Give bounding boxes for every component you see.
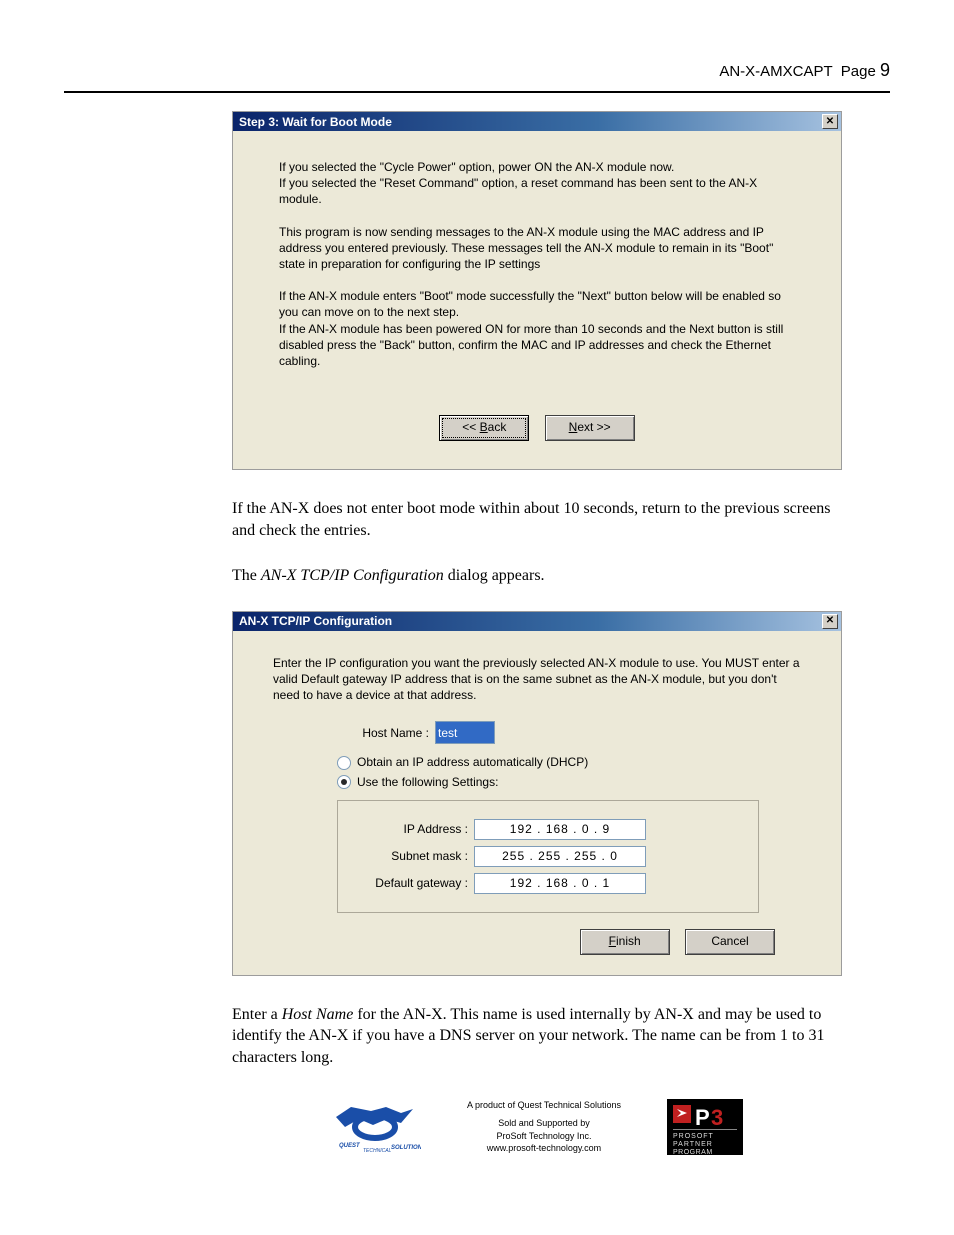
step3-para3: If the AN-X module enters "Boot" mode su… xyxy=(279,288,795,369)
svg-text:SOLUTIONS: SOLUTIONS xyxy=(391,1145,421,1151)
step3-para1: If you selected the "Cycle Power" option… xyxy=(279,159,795,208)
step3-title: Step 3: Wait for Boot Mode xyxy=(239,115,392,129)
svg-text:PARTNER: PARTNER xyxy=(673,1141,713,1148)
step3-para2: This program is now sending messages to … xyxy=(279,224,795,273)
narrative-3-a: Enter a xyxy=(232,1006,282,1023)
finish-button[interactable]: Finish xyxy=(580,929,670,955)
subnet-mask-input[interactable]: 255 . 255 . 255 . 0 xyxy=(474,846,646,867)
svg-text:QUEST: QUEST xyxy=(339,1143,361,1149)
svg-text:PROGRAM: PROGRAM xyxy=(673,1149,713,1155)
radio-dhcp-label: Obtain an IP address automatically (DHCP… xyxy=(357,754,588,770)
svg-text:P: P xyxy=(695,1105,710,1130)
radio-static-label: Use the following Settings: xyxy=(357,774,498,790)
radio-dhcp[interactable] xyxy=(337,756,351,770)
back-button[interactable]: << Back xyxy=(439,415,529,441)
step3-titlebar: Step 3: Wait for Boot Mode ✕ xyxy=(233,112,841,131)
close-icon[interactable]: ✕ xyxy=(822,114,838,129)
tcpip-title: AN-X TCP/IP Configuration xyxy=(239,614,392,628)
default-gateway-label: Default gateway : xyxy=(356,875,474,891)
narrative-2: The AN-X TCP/IP Configuration dialog app… xyxy=(232,565,842,587)
footer-line4: www.prosoft-technology.com xyxy=(467,1142,621,1155)
narrative-1: If the AN-X does not enter boot mode wit… xyxy=(232,498,842,541)
ip-settings-group: IP Address : 192 . 168 . 0 . 9 Subnet ma… xyxy=(337,800,759,913)
qts-logo: QUEST TECHNICAL SOLUTIONS xyxy=(331,1099,421,1155)
p3-logo: P 3 PROSOFT PARTNER PROGRAM xyxy=(667,1099,743,1155)
ip-address-input[interactable]: 192 . 168 . 0 . 9 xyxy=(474,819,646,840)
subnet-mask-label: Subnet mask : xyxy=(356,848,474,864)
doc-id: AN-X-AMXCAPT xyxy=(719,63,832,80)
narrative-2-em: AN-X TCP/IP Configuration xyxy=(261,567,444,584)
radio-static-row[interactable]: Use the following Settings: xyxy=(337,774,801,790)
svg-text:PROSOFT: PROSOFT xyxy=(673,1133,714,1140)
cancel-button[interactable]: Cancel xyxy=(685,929,775,955)
narrative-3: Enter a Host Name for the AN-X. This nam… xyxy=(232,1004,842,1069)
step3-dialog: Step 3: Wait for Boot Mode ✕ If you sele… xyxy=(232,111,842,470)
host-name-label: Host Name : xyxy=(301,725,435,741)
page-label: Page xyxy=(841,63,876,80)
default-gateway-input[interactable]: 192 . 168 . 0 . 1 xyxy=(474,873,646,894)
ip-address-label: IP Address : xyxy=(356,821,474,837)
narrative-3-em: Host Name xyxy=(282,1006,354,1023)
page-header: AN-X-AMXCAPT Page 9 xyxy=(64,60,890,81)
page-number: 9 xyxy=(880,60,890,80)
radio-dhcp-row[interactable]: Obtain an IP address automatically (DHCP… xyxy=(337,754,801,770)
narrative-2-post: dialog appears. xyxy=(444,567,545,584)
footer-line1: A product of Quest Technical Solutions xyxy=(467,1099,621,1112)
svg-text:TECHNICAL: TECHNICAL xyxy=(363,1148,392,1154)
footer-line3: ProSoft Technology Inc. xyxy=(467,1130,621,1143)
tcpip-intro: Enter the IP configuration you want the … xyxy=(273,655,801,704)
page-footer: QUEST TECHNICAL SOLUTIONS A product of Q… xyxy=(232,1099,842,1155)
next-button[interactable]: Next >> xyxy=(545,415,635,441)
footer-text: A product of Quest Technical Solutions S… xyxy=(467,1099,621,1155)
radio-static[interactable] xyxy=(337,775,351,789)
host-name-input[interactable]: test xyxy=(435,721,495,744)
tcpip-titlebar: AN-X TCP/IP Configuration ✕ xyxy=(233,612,841,631)
close-icon[interactable]: ✕ xyxy=(822,614,838,629)
footer-line2: Sold and Supported by xyxy=(467,1117,621,1130)
narrative-2-pre: The xyxy=(232,567,261,584)
header-divider xyxy=(64,91,890,93)
svg-text:3: 3 xyxy=(711,1105,723,1130)
tcpip-dialog: AN-X TCP/IP Configuration ✕ Enter the IP… xyxy=(232,611,842,976)
